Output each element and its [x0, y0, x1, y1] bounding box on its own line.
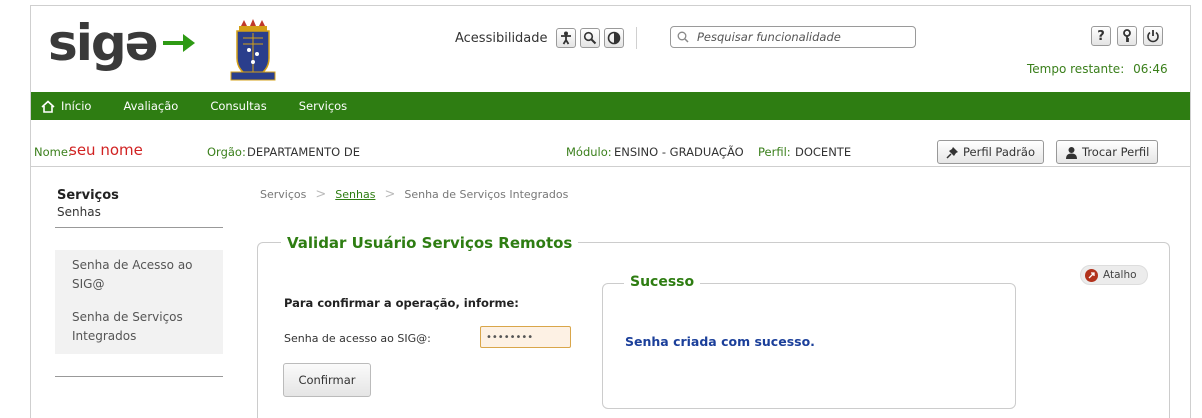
nav-item-label: Serviços: [298, 99, 348, 113]
sidebar-divider: [55, 376, 223, 377]
password-label: Senha de acesso ao SIG@:: [284, 332, 431, 345]
atalho-label: Atalho: [1103, 269, 1137, 281]
key-icon[interactable]: [1117, 26, 1137, 46]
atalho-icon: [1085, 268, 1098, 282]
modulo-label: Módulo:: [566, 145, 612, 159]
sidebar-subtitle: Senhas: [57, 205, 101, 219]
top-right-buttons: ?: [1091, 26, 1163, 46]
trocar-perfil-label: Trocar Perfil: [1082, 145, 1150, 159]
password-field[interactable]: [480, 326, 571, 348]
breadcrumb-separator: >: [315, 187, 327, 202]
info-bar-divider: [31, 166, 1190, 167]
session-timer: Tempo restante: 06:46: [1027, 62, 1168, 76]
nav-item-label: Início: [61, 99, 92, 113]
panel-title: Validar Usuário Serviços Remotos: [281, 234, 579, 252]
logo-arrow-icon: [163, 34, 195, 52]
perfil-padrao-button[interactable]: Perfil Padrão: [937, 140, 1044, 164]
timer-value: 06:46: [1133, 62, 1168, 76]
sidebar-divider: [55, 227, 223, 228]
confirm-instruction: Para confirmar a operação, informe:: [284, 296, 519, 310]
help-icon[interactable]: ?: [1091, 26, 1111, 46]
breadcrumb: Serviços > Senhas > Senha de Serviços In…: [260, 187, 568, 202]
user-icon: [1066, 146, 1077, 159]
sidebar-menu: Senha de Acesso ao SIG@ Senha de Serviço…: [55, 250, 223, 354]
nav-item-label: Consultas: [210, 99, 267, 113]
accessibility-label: Acessibilidade: [455, 30, 548, 46]
header-divider: [635, 27, 637, 49]
siga-logo[interactable]: sigə: [48, 18, 195, 68]
nome-value: seu nome: [69, 141, 143, 159]
nav-item-servicos[interactable]: Serviços: [299, 99, 347, 113]
main-nav: Início Avaliação Consultas Serviços: [31, 92, 1190, 120]
confirm-button-label: Confirmar: [298, 373, 356, 387]
sidebar-title: Serviços: [57, 188, 119, 203]
breadcrumb-senhas[interactable]: Senhas: [335, 188, 375, 201]
confirm-button[interactable]: Confirmar: [283, 363, 371, 397]
perfil-value: DOCENTE: [795, 145, 852, 159]
home-icon: [41, 99, 55, 113]
magnifier-person-icon[interactable]: [579, 28, 600, 48]
sidebar: Serviços Senhas Senha de Acesso ao SIG@ …: [55, 188, 251, 377]
power-icon[interactable]: [1143, 26, 1163, 46]
logo-text: sigə: [48, 14, 159, 72]
nav-item-avaliacao[interactable]: Avaliação: [123, 99, 178, 113]
search-icon: [677, 31, 689, 43]
atalho-button[interactable]: Atalho: [1080, 265, 1148, 285]
perfil-padrao-label: Perfil Padrão: [963, 145, 1035, 159]
nav-item-inicio[interactable]: Início: [41, 99, 91, 113]
search-input[interactable]: [697, 30, 897, 44]
orgao-label: Orgão:: [207, 145, 246, 159]
nome-label: Nome:: [34, 145, 72, 159]
success-message: Senha criada com sucesso.: [625, 334, 815, 349]
breadcrumb-current: Senha de Serviços Integrados: [404, 188, 569, 201]
breadcrumb-separator: >: [384, 187, 396, 202]
nav-item-label: Avaliação: [123, 99, 179, 113]
pin-icon: [946, 146, 958, 159]
trocar-perfil-button[interactable]: Trocar Perfil: [1056, 140, 1159, 164]
perfil-label: Perfil:: [758, 145, 791, 159]
university-crest-icon: [230, 19, 276, 81]
modulo-value: ENSINO - GRADUAÇÃO: [614, 145, 744, 159]
contrast-icon[interactable]: [603, 28, 624, 48]
header: sigə Acessibilidade Pesquisar funcionali…: [31, 6, 1190, 92]
search-box[interactable]: [670, 26, 916, 48]
success-title: Sucesso: [624, 274, 701, 290]
timer-label: Tempo restante:: [1027, 62, 1125, 76]
info-bar-content: Nome: seu nome Orgão: DEPARTAMENTO DE Mó…: [31, 139, 1190, 165]
sidebar-item-senha-servicos[interactable]: Senha de Serviços Integrados: [55, 302, 223, 354]
accessibility-bar: Acessibilidade: [455, 26, 649, 50]
orgao-value: DEPARTAMENTO DE: [247, 145, 360, 159]
accessibility-person-icon[interactable]: [555, 28, 576, 48]
nav-item-consultas[interactable]: Consultas: [210, 99, 266, 113]
breadcrumb-servicos[interactable]: Serviços: [260, 188, 306, 201]
sidebar-item-senha-acesso[interactable]: Senha de Acesso ao SIG@: [55, 250, 223, 302]
